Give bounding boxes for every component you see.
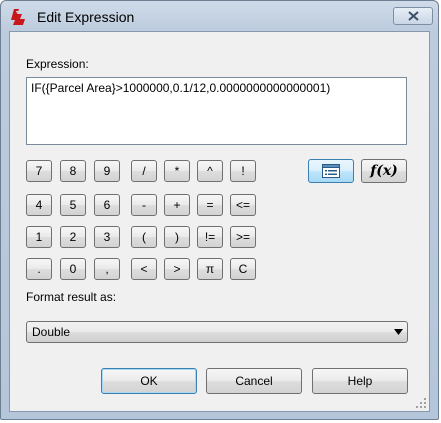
key-greater-equal[interactable]: >= [230, 226, 256, 248]
key-5[interactable]: 5 [60, 194, 86, 216]
expression-label: Expression: [26, 57, 89, 71]
key-clear[interactable]: C [230, 258, 256, 280]
key-7[interactable]: 7 [26, 160, 52, 182]
key-comma[interactable]: , [94, 258, 120, 280]
close-icon [408, 11, 419, 21]
key-decimal[interactable]: . [26, 258, 52, 280]
key-4[interactable]: 4 [26, 194, 52, 216]
format-label: Format result as: [26, 290, 117, 304]
key-minus[interactable]: - [131, 194, 157, 216]
key-power[interactable]: ^ [197, 160, 223, 182]
key-less-equal[interactable]: <= [230, 194, 256, 216]
key-0[interactable]: 0 [60, 258, 86, 280]
chevron-down-icon [394, 329, 403, 335]
key-not-equal[interactable]: != [197, 226, 223, 248]
cancel-button[interactable]: Cancel [206, 368, 302, 394]
edit-expression-window: Edit Expression Expression: IF({Parcel A… [0, 0, 439, 420]
key-8[interactable]: 8 [60, 160, 86, 182]
expression-textarea[interactable]: IF({Parcel Area}>1000000,0.1/12,0.000000… [26, 77, 407, 145]
key-greater-than[interactable]: > [164, 258, 190, 280]
function-label: f(x) [370, 163, 398, 179]
insert-function-button[interactable]: f(x) [361, 159, 407, 183]
dialog-body: Expression: IF({Parcel Area}>1000000,0.1… [9, 31, 430, 412]
key-equals[interactable]: = [197, 194, 223, 216]
key-plus[interactable]: + [164, 194, 190, 216]
key-3[interactable]: 3 [94, 226, 120, 248]
key-multiply[interactable]: * [164, 160, 190, 182]
resize-grip-icon[interactable] [416, 398, 426, 408]
list-view-button[interactable] [308, 159, 354, 183]
list-view-icon [322, 164, 340, 178]
title-bar[interactable]: Edit Expression [1, 1, 438, 31]
key-divide[interactable]: / [131, 160, 157, 182]
key-close-paren[interactable]: ) [164, 226, 190, 248]
format-select[interactable]: Double [26, 321, 408, 343]
key-less-than[interactable]: < [131, 258, 157, 280]
format-selected-value: Double [32, 325, 71, 339]
key-2[interactable]: 2 [60, 226, 86, 248]
close-button[interactable] [393, 7, 433, 25]
help-button[interactable]: Help [312, 368, 408, 394]
key-open-paren[interactable]: ( [131, 226, 157, 248]
app-logo-icon [10, 8, 28, 26]
ok-button[interactable]: OK [101, 368, 197, 394]
key-1[interactable]: 1 [26, 226, 52, 248]
key-factorial[interactable]: ! [230, 160, 256, 182]
key-9[interactable]: 9 [94, 160, 120, 182]
window-title: Edit Expression [37, 9, 135, 25]
key-pi[interactable]: π [197, 258, 223, 280]
key-6[interactable]: 6 [94, 194, 120, 216]
